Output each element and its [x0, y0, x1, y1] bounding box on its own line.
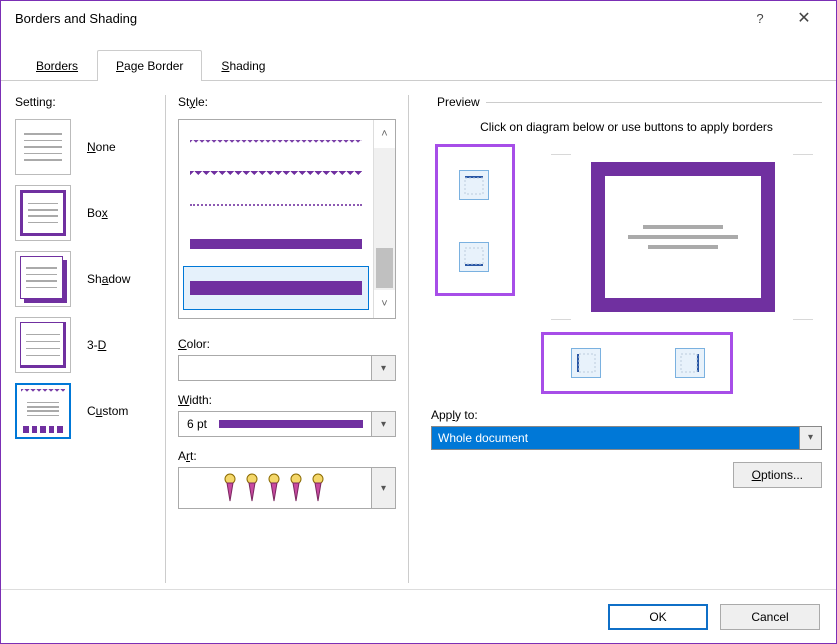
color-combo[interactable]: ▾: [178, 355, 396, 381]
width-swatch: [219, 420, 363, 428]
style-panel: Style: ˄ ˅ Color: ▾: [165, 95, 409, 583]
setting-shadow[interactable]: Shadow: [15, 251, 153, 307]
scroll-thumb[interactable]: [376, 248, 393, 288]
borders-and-shading-dialog: Borders and Shading ? ✕ Borders Page Bor…: [0, 0, 837, 644]
ok-button[interactable]: OK: [608, 604, 708, 630]
border-top-button[interactable]: [459, 170, 489, 200]
width-value: 6 pt: [187, 417, 207, 431]
setting-box[interactable]: Box: [15, 185, 153, 241]
border-right-button[interactable]: [675, 348, 705, 378]
tab-borders[interactable]: Borders: [17, 50, 97, 81]
apply-to-combo[interactable]: Whole document ▾: [431, 426, 822, 450]
chevron-down-icon[interactable]: ▾: [799, 427, 821, 449]
style-item-3[interactable]: [183, 222, 369, 266]
art-label: Art:: [178, 449, 396, 463]
dialog-footer: OK Cancel: [1, 589, 836, 643]
help-button[interactable]: ?: [738, 3, 782, 33]
chevron-down-icon[interactable]: ▾: [371, 412, 395, 436]
scroll-down-icon[interactable]: ˅: [374, 290, 395, 318]
setting-label: Setting:: [15, 95, 153, 109]
setting-3d[interactable]: 3-D: [15, 317, 153, 373]
border-bottom-button[interactable]: [459, 242, 489, 272]
style-item-2[interactable]: [183, 190, 369, 222]
preview-legend: Preview: [431, 95, 486, 109]
preview-panel: Preview Click on diagram below or use bu…: [415, 95, 822, 583]
apply-to-value: Whole document: [432, 427, 799, 449]
width-label: Width:: [178, 393, 396, 407]
setting-custom[interactable]: Custom: [15, 383, 153, 439]
scroll-up-icon[interactable]: ˄: [374, 120, 395, 148]
style-listbox[interactable]: ˄ ˅: [178, 119, 396, 319]
setting-panel: Setting: None Box Shadow 3-D: [15, 95, 159, 583]
preview-hint: Click on diagram below or use buttons to…: [431, 109, 822, 144]
preview-document[interactable]: [591, 162, 775, 312]
title-bar: Borders and Shading ? ✕: [1, 1, 836, 35]
selection-highlight-left: [435, 144, 515, 296]
preview-stage: [431, 144, 822, 404]
style-item-0[interactable]: [183, 126, 369, 158]
cancel-button[interactable]: Cancel: [720, 604, 820, 630]
color-label: Color:: [178, 337, 396, 351]
art-preview: [179, 468, 371, 508]
tab-shading[interactable]: Shading: [202, 50, 284, 81]
style-scrollbar[interactable]: ˄ ˅: [373, 120, 395, 318]
tab-strip: Borders Page Border Shading: [1, 45, 836, 81]
style-label: Style:: [178, 95, 396, 109]
art-combo[interactable]: ▾: [178, 467, 396, 509]
style-item-1[interactable]: [183, 158, 369, 190]
border-left-button[interactable]: [571, 348, 601, 378]
apply-to-label: Apply to:: [431, 408, 822, 422]
tab-page-border[interactable]: Page Border: [97, 50, 202, 81]
dialog-title: Borders and Shading: [15, 11, 137, 26]
style-item-4[interactable]: [183, 266, 369, 310]
close-button[interactable]: ✕: [782, 3, 826, 33]
options-button[interactable]: Options...: [733, 462, 822, 488]
chevron-down-icon[interactable]: ▾: [371, 468, 395, 508]
width-combo[interactable]: 6 pt ▾: [178, 411, 396, 437]
setting-none[interactable]: None: [15, 119, 153, 175]
chevron-down-icon[interactable]: ▾: [371, 356, 395, 380]
